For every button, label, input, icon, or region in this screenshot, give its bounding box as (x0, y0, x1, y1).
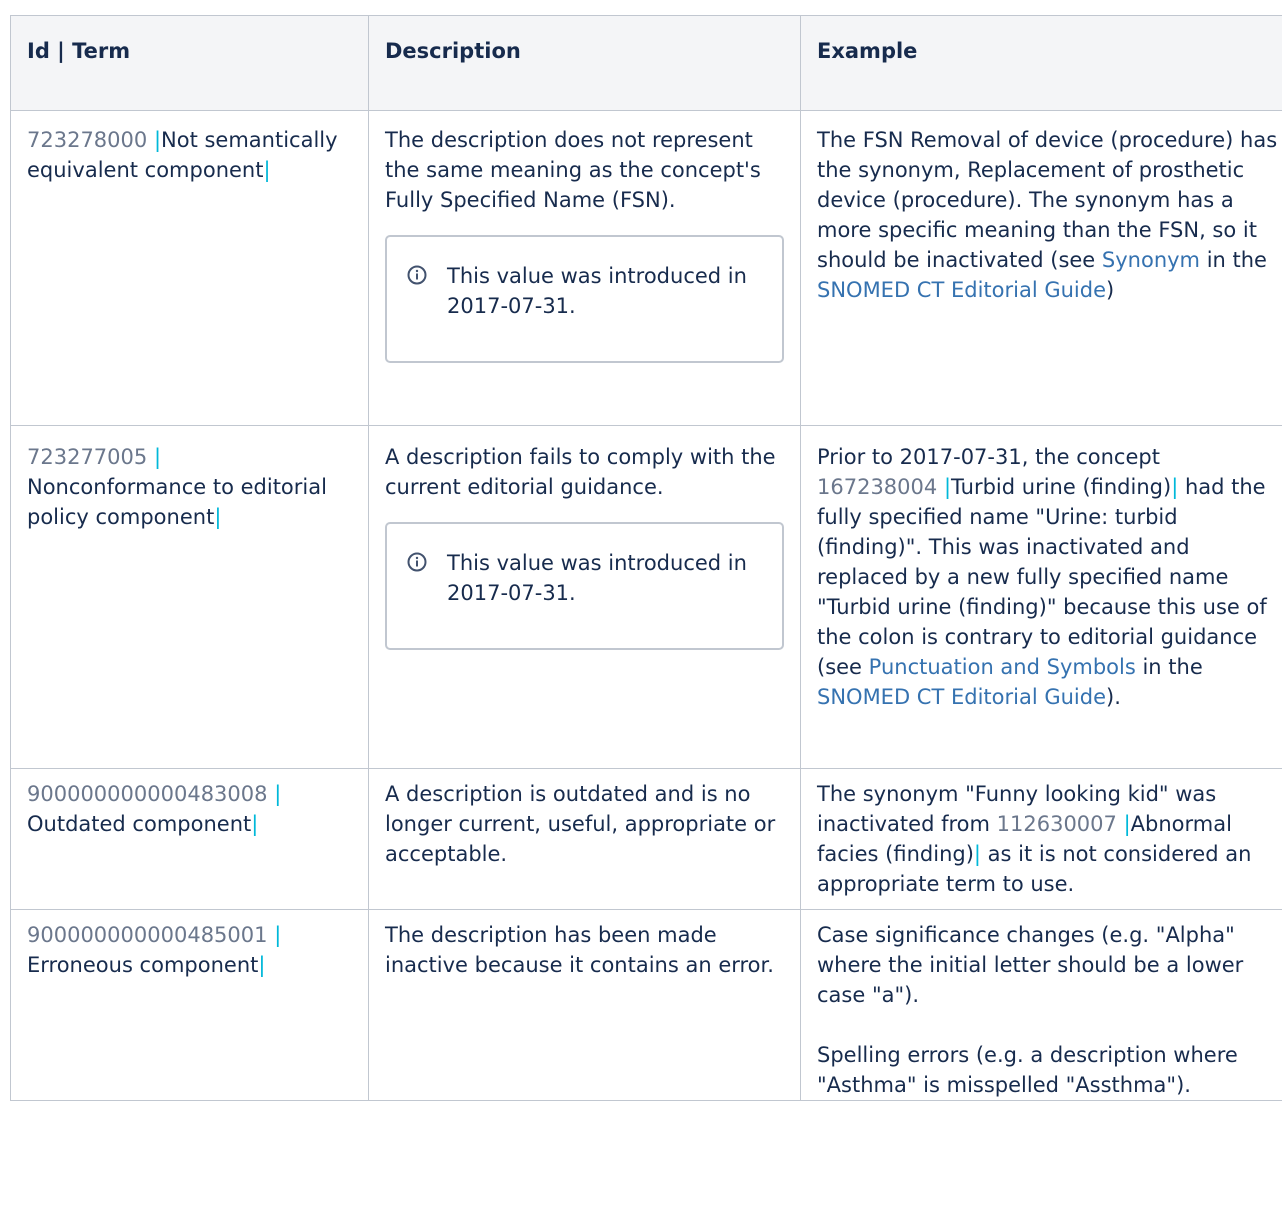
concept-id-link[interactable]: 723278000 (27, 128, 147, 152)
pipe-separator: | (274, 923, 282, 947)
pipe-separator: | (263, 158, 271, 182)
concept-term: Nonconformance to editorial policy compo… (27, 475, 327, 529)
concept-term: Erroneous component (27, 953, 259, 977)
info-panel: This value was introduced in 2017-07-31. (385, 522, 784, 650)
id-term-cell: 900000000000485001 | Erroneous component| (10, 909, 369, 1101)
header-id-term: Id | Term (10, 15, 369, 111)
concept-id-link[interactable]: 900000000000485001 (27, 923, 268, 947)
concept-id-link[interactable]: 112630007 (997, 812, 1117, 836)
synonym-link[interactable]: Synonym (1102, 248, 1200, 272)
description-text: The description has been made inactive b… (385, 923, 774, 977)
pipe-separator: | (258, 953, 266, 977)
description-text: A description fails to comply with the c… (385, 445, 776, 499)
example-cell: The synonym "Funny looking kid" was inac… (800, 768, 1282, 910)
info-circle-icon (407, 552, 427, 572)
description-cell: A description fails to comply with the c… (368, 425, 801, 769)
example-paragraph: Spelling errors (e.g. a description wher… (817, 1043, 1238, 1097)
header-description: Description (368, 15, 801, 111)
table-header-row: Id | Term Description Example (10, 15, 1282, 111)
info-circle-icon (407, 265, 427, 285)
example-text: in the (1135, 655, 1203, 679)
table-row: 900000000000483008 | Outdated component| … (10, 768, 1282, 910)
example-text: had the fully specified name "Urine: tur… (817, 475, 1267, 679)
pipe-separator: | (274, 782, 282, 806)
pipe-separator: | (943, 475, 952, 499)
pipe-separator: | (153, 128, 162, 152)
editorial-guide-link[interactable]: SNOMED CT Editorial Guide (817, 685, 1106, 709)
editorial-guide-link[interactable]: SNOMED CT Editorial Guide (817, 278, 1106, 302)
id-term-cell: 900000000000483008 | Outdated component| (10, 768, 369, 910)
description-text: The description does not represent the s… (385, 128, 761, 212)
id-term-cell: 723277005 | Nonconformance to editorial p… (10, 425, 369, 769)
concept-term: Turbid urine (finding) (951, 475, 1172, 499)
example-text: Prior to 2017-07-31, the concept (817, 445, 1160, 469)
table-row: 900000000000485001 | Erroneous component|… (10, 909, 1282, 1101)
example-cell: Case significance changes (e.g. "Alpha" … (800, 909, 1282, 1101)
example-text: ) (1106, 278, 1115, 302)
example-cell: The FSN Removal of device (procedure) ha… (800, 110, 1282, 426)
example-text: in the (1200, 248, 1267, 272)
example-paragraph: Case significance changes (e.g. "Alpha" … (817, 923, 1244, 1007)
description-cell: A description is outdated and is no long… (368, 768, 801, 910)
example-cell: Prior to 2017-07-31, the concept 1672380… (800, 425, 1282, 769)
concept-id-link[interactable]: 167238004 (817, 475, 937, 499)
pipe-separator: | (973, 842, 981, 866)
example-text: ). (1106, 685, 1121, 709)
header-example: Example (800, 15, 1282, 111)
info-panel: This value was introduced in 2017-07-31. (385, 235, 784, 363)
description-cell: The description does not represent the s… (368, 110, 801, 426)
info-panel-text: This value was introduced in 2017-07-31. (447, 551, 747, 605)
info-panel-text: This value was introduced in 2017-07-31. (447, 264, 747, 318)
punctuation-link[interactable]: Punctuation and Symbols (869, 655, 1136, 679)
concept-id-link[interactable]: 900000000000483008 (27, 782, 268, 806)
concept-id-link[interactable]: 723277005 (27, 445, 147, 469)
id-term-cell: 723278000 |Not semantically equivalent c… (10, 110, 369, 426)
description-text: A description is outdated and is no long… (385, 782, 776, 866)
concept-term: Outdated component (27, 812, 252, 836)
table-row: 723277005 | Nonconformance to editorial p… (10, 425, 1282, 769)
pipe-separator: | (251, 812, 259, 836)
description-cell: The description has been made inactive b… (368, 909, 801, 1101)
table-row: 723278000 |Not semantically equivalent c… (10, 110, 1282, 426)
pipe-separator: | (153, 445, 162, 469)
pipe-separator: | (214, 505, 222, 529)
pipe-separator: | (1123, 812, 1131, 836)
inactivation-reasons-table: Id | Term Description Example 723278000 … (10, 15, 1282, 1101)
